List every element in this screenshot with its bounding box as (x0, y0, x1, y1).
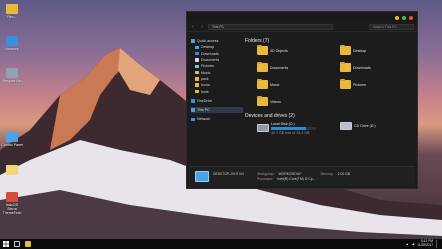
sidebar-item-hxde[interactable]: hxde (191, 88, 243, 94)
computer-icon (195, 171, 209, 182)
minimize-button[interactable] (395, 15, 399, 20)
folder-icon (257, 61, 268, 72)
system-tray: ▲ ◀ 6:12 PM 11/28/2017 (406, 240, 439, 248)
document-icon (195, 58, 199, 62)
folder-music[interactable]: Music (257, 78, 337, 89)
folder-documents[interactable]: Documents (257, 61, 337, 72)
clock[interactable]: 6:12 PM 11/28/2017 (417, 240, 433, 247)
maximize-button[interactable] (402, 15, 406, 20)
close-button[interactable] (409, 15, 413, 20)
search-input[interactable]: Search This PC (369, 24, 414, 30)
clock-date: 11/28/2017 (417, 243, 433, 247)
processor-value: Intel(R) Core(TM) i3 Cp... (277, 176, 316, 181)
details-pane: DESKTOP-JVHT4VI Workgroup: WORKGROUP Mem… (189, 166, 415, 186)
control-panel-icon (6, 132, 18, 142)
file-explorer-icon[interactable] (25, 241, 31, 247)
forward-arrow-icon[interactable]: › (199, 24, 205, 30)
folder-icon (340, 61, 351, 72)
desktop-icon-theme[interactable]: macOS Sierra ThemeTech (1, 192, 23, 215)
windows-start-icon[interactable] (3, 241, 9, 247)
desktop-icon-network[interactable]: Network (1, 36, 23, 51)
address-bar-row: ‹ › This PC Search This PC (187, 23, 417, 32)
star-icon (191, 39, 195, 43)
computer-icon (191, 108, 195, 112)
folder-icon (195, 83, 199, 87)
folder-icon (195, 77, 199, 81)
drive-c[interactable]: Local Disk (C:) 32.1 GB free of 31.4 GB (257, 122, 337, 135)
folder-icon (340, 78, 351, 89)
network-tray-icon[interactable]: ▲ (406, 242, 409, 246)
folder-downloads[interactable]: Downloads (340, 61, 420, 72)
folder-icon (257, 44, 268, 55)
explorer-window: ‹ › This PC Search This PC Quick access … (186, 11, 418, 189)
folder-icon (257, 78, 268, 89)
navigation-pane: Quick access Desktop Downloads Documents… (191, 38, 243, 123)
window-controls (395, 15, 413, 20)
desktop-icon-label: macOS Sierra ThemeTech (2, 203, 22, 215)
recycle-bin-icon (6, 68, 18, 78)
drive-label: CD Drive (D:) (354, 124, 376, 128)
folder-3d-objects[interactable]: 3D Objects (257, 44, 337, 55)
folder-icon (6, 4, 18, 14)
sidebar-item-onedrive[interactable]: OneDrive (191, 98, 243, 104)
task-view-icon[interactable] (14, 241, 20, 247)
desktop-icon-control-panel[interactable]: Control Panel (1, 132, 23, 147)
picture-icon (195, 64, 199, 69)
folder-icon (257, 95, 268, 106)
taskbar: ▲ ◀ 6:12 PM 11/28/2017 (0, 239, 442, 249)
desktop-icon-recycle-bin[interactable]: Recycle Bin (1, 68, 23, 83)
folder-videos[interactable]: Videos (257, 95, 337, 106)
desktop-icon-label: Rec... (7, 15, 17, 19)
memory-value: 2.00 GB (337, 171, 351, 176)
download-icon (195, 51, 199, 56)
folder-icon (195, 89, 199, 94)
folder-pictures[interactable]: Pictures (340, 78, 420, 89)
volume-icon[interactable]: ◀ (412, 242, 414, 246)
network-icon (191, 117, 195, 122)
cloud-icon (191, 99, 195, 103)
folder-icon (195, 70, 199, 75)
drive-usage-bar (271, 127, 316, 130)
file-icon (6, 165, 18, 175)
drive-d[interactable]: CD Drive (D:) (340, 122, 420, 130)
desktop-icon (195, 45, 199, 50)
sidebar-item-this-pc[interactable]: This PC (191, 106, 243, 114)
drive-free-space: 32.1 GB free of 31.4 GB (271, 130, 310, 135)
processor-label: Processor: (257, 176, 274, 181)
drive-label: Local Disk (C:) (271, 122, 295, 126)
hard-drive-icon (257, 124, 269, 133)
desktop-icon-file[interactable] (1, 165, 23, 176)
address-bar[interactable]: This PC (208, 24, 333, 30)
desktop-icon-label: Network (5, 47, 19, 51)
content-pane: Folders (7) 3D Objects Desktop Documents… (245, 38, 415, 135)
network-icon (6, 36, 18, 46)
folders-section-title[interactable]: Folders (7) (245, 38, 415, 45)
folder-desktop[interactable]: Desktop (340, 44, 420, 55)
desktop-icon-label: Control Panel (1, 143, 23, 147)
back-arrow-icon[interactable]: ‹ (190, 24, 196, 30)
drives-section-title[interactable]: Devices and drives (2) (245, 113, 415, 120)
desktop-icon-folder[interactable]: Rec... (1, 4, 23, 19)
memory-label: Memory: (320, 171, 334, 176)
drive-usage-fill (271, 127, 307, 130)
folder-icon (340, 44, 351, 55)
show-desktop-button[interactable] (436, 240, 439, 248)
desktop-icon-label: Recycle Bin (2, 79, 22, 83)
sidebar-item-network[interactable]: Network (191, 116, 243, 122)
theme-icon (6, 192, 18, 202)
cd-drive-icon (340, 122, 352, 130)
title-bar[interactable] (187, 12, 417, 23)
